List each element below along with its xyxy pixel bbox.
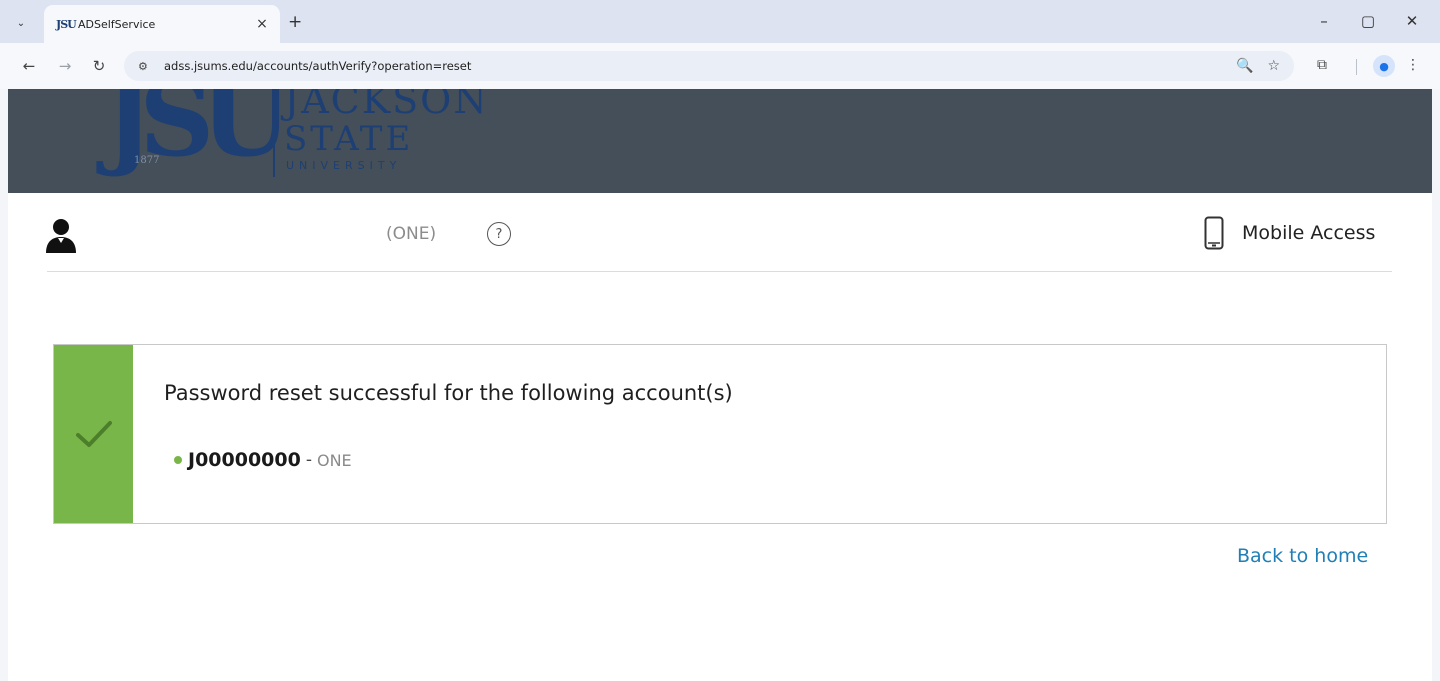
header-divider: [47, 271, 1392, 272]
window-edge-right: [1432, 89, 1440, 681]
account-domain: ONE: [316, 450, 352, 470]
help-icon[interactable]: ?: [487, 222, 511, 246]
address-bar[interactable]: ⚙ adss.jsums.edu/accounts/authVerify?ope…: [124, 51, 1294, 81]
account-separator: -: [305, 450, 312, 470]
forward-button[interactable]: →: [56, 57, 74, 75]
tab-title: ADSelfService: [78, 17, 156, 31]
toolbar-divider: [1356, 59, 1357, 75]
zoom-icon[interactable]: 🔍: [1236, 58, 1253, 74]
success-status-strip: [54, 345, 133, 523]
profile-icon: ●: [1379, 59, 1389, 73]
window-close-button[interactable]: ✕: [1402, 12, 1422, 30]
new-tab-button[interactable]: +: [288, 12, 302, 32]
window-maximize-button[interactable]: ▢: [1358, 12, 1378, 30]
domain-label: (ONE): [386, 224, 437, 244]
browser-tab-adselfservice[interactable]: JSU ADSelfService ×: [44, 5, 280, 43]
profile-avatar-button[interactable]: ●: [1373, 55, 1395, 77]
jsu-logo-mark: JSU: [104, 89, 291, 180]
back-to-home-link[interactable]: Back to home: [1237, 545, 1368, 567]
checkmark-icon: [75, 421, 112, 447]
bookmark-star-icon[interactable]: ☆: [1267, 58, 1280, 74]
logo-text-jackson: JACKSON: [284, 89, 489, 122]
green-bullet-icon: [174, 456, 182, 464]
jsu-logo-year: 1877: [134, 155, 160, 166]
header-banner: JSU 1877 JACKSON STATE UNIVERSITY: [8, 89, 1432, 193]
logo-text-university: UNIVERSITY: [286, 159, 402, 172]
back-button[interactable]: ←: [20, 57, 38, 75]
logo-text-state: STATE: [284, 119, 414, 159]
extensions-icon[interactable]: ⧉: [1312, 57, 1332, 73]
help-icon-glyph: ?: [495, 226, 503, 242]
chevron-down-icon: ⌄: [16, 17, 26, 29]
tab-search-button[interactable]: ⌄: [8, 11, 34, 35]
account-id: J00000000: [188, 449, 301, 471]
window-minimize-button[interactable]: –: [1314, 12, 1334, 30]
mobile-phone-icon[interactable]: [1204, 216, 1224, 250]
tab-close-button[interactable]: ×: [254, 16, 270, 32]
jsu-favicon-icon: JSU: [56, 17, 77, 31]
list-item: J00000000 - ONE: [174, 449, 352, 471]
browser-menu-icon[interactable]: ⋮: [1403, 57, 1423, 73]
browser-toolbar: ← → ↻ ⚙ adss.jsums.edu/accounts/authVeri…: [0, 43, 1440, 89]
success-message-box: Password reset successful for the follow…: [53, 344, 1387, 524]
site-info-icon[interactable]: ⚙: [138, 60, 158, 73]
success-message: Password reset successful for the follow…: [164, 381, 733, 405]
mobile-access-link[interactable]: Mobile Access: [1242, 222, 1375, 244]
reload-button[interactable]: ↻: [90, 57, 108, 75]
browser-tab-strip: ⌄ JSU ADSelfService × + – ▢ ✕: [0, 0, 1440, 43]
logo-divider: [273, 93, 275, 177]
window-edge-left: [0, 89, 8, 681]
url-text[interactable]: adss.jsums.edu/accounts/authVerify?opera…: [164, 59, 1236, 73]
user-icon: [46, 219, 76, 253]
